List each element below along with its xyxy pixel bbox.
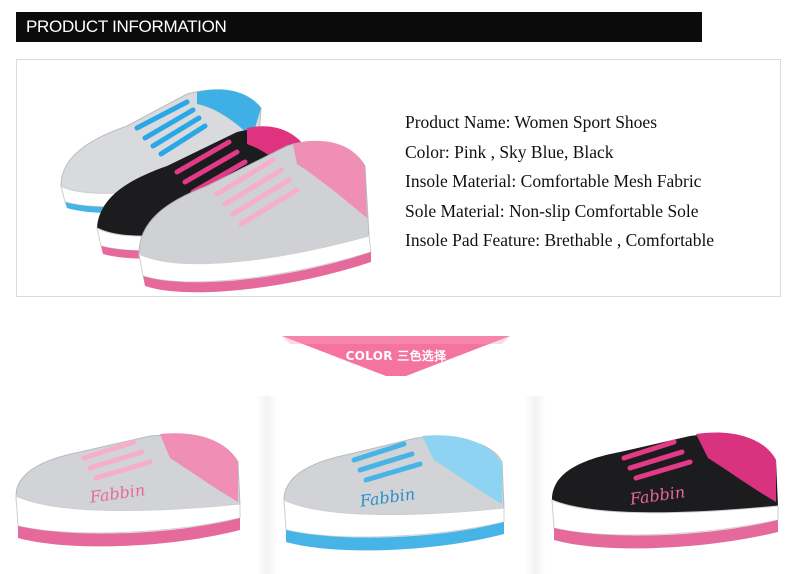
variant-sky-blue-shoe: Fabbin	[266, 396, 534, 574]
section-title: PRODUCT INFORMATION	[26, 17, 227, 36]
section-header: PRODUCT INFORMATION	[16, 12, 702, 42]
spec-color: Color: Pink , Sky Blue, Black	[405, 141, 614, 162]
product-info-panel: Product Name: Women Sport Shoes Color: P…	[16, 59, 781, 297]
product-specs-list: Product Name: Women Sport Shoes Color: P…	[405, 108, 714, 256]
product-hero-image	[60, 89, 372, 293]
spec-product-name: Product Name: Women Sport Shoes	[405, 112, 657, 132]
color-banner-label: COLOR 三色选择	[345, 348, 447, 363]
variant-pink-shoe: Fabbin	[0, 396, 268, 574]
spec-insole-pad-feature: Insole Pad Feature: Brethable , Comforta…	[405, 230, 715, 250]
spec-sole-material: Sole Material: Non-slip Comfortable Sole	[405, 200, 699, 221]
variant-black-shoe: Fabbin	[534, 396, 800, 574]
black-shoe-image: Fabbin	[551, 432, 779, 549]
color-choice-banner: COLOR 三色选择	[282, 336, 510, 376]
sky-blue-shoe-image: Fabbin	[283, 435, 505, 551]
spec-insole-material: Insole Material: Comfortable Mesh Fabric	[405, 171, 702, 191]
pink-shoe-image: Fabbin	[15, 433, 241, 547]
